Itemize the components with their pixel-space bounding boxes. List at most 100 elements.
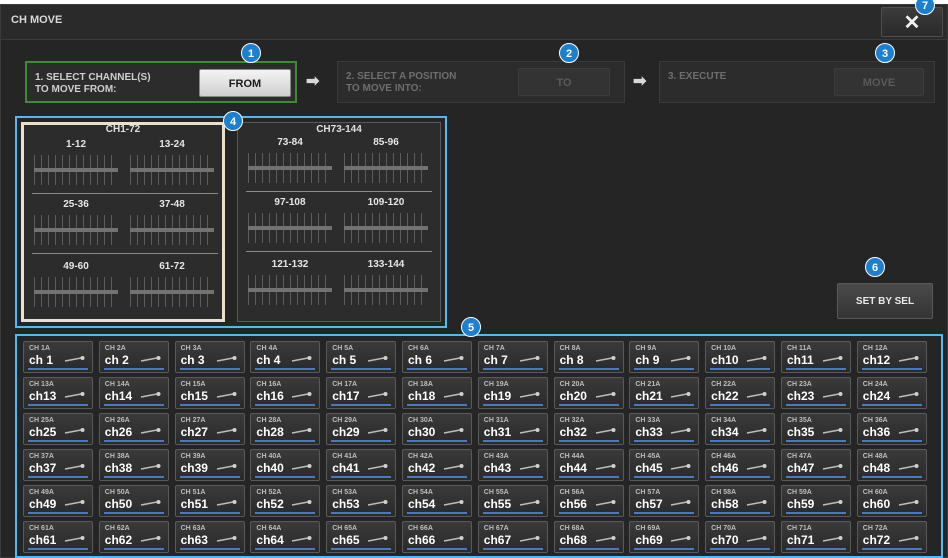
callout-badge-5: 5 [461, 317, 481, 337]
group-1-12[interactable]: 1-12 [28, 137, 124, 195]
channel-button[interactable]: CH 54A ch54 [401, 485, 472, 517]
channel-button[interactable]: CH 50A ch50 [98, 485, 169, 517]
channel-button[interactable]: CH 71A ch71 [780, 521, 851, 553]
channel-button[interactable]: CH 22A ch22 [705, 377, 776, 409]
channel-button[interactable]: CH 66A ch66 [401, 521, 472, 553]
channel-button[interactable]: CH 30A ch30 [401, 413, 472, 445]
channel-button[interactable]: CH 8A ch 8 [553, 341, 624, 373]
channel-button[interactable]: CH 44A ch44 [553, 449, 624, 481]
channel-id: CH 64A [256, 525, 282, 532]
channel-button[interactable]: CH 3A ch 3 [174, 341, 245, 373]
group-25-36[interactable]: 25-36 [28, 197, 124, 255]
channel-button[interactable]: CH 18A ch18 [401, 377, 472, 409]
channel-button[interactable]: CH 10A ch10 [705, 341, 776, 373]
channel-button[interactable]: CH 47A ch47 [780, 449, 851, 481]
group-label: 37-48 [159, 199, 185, 210]
channel-button[interactable]: CH 41A ch41 [326, 449, 397, 481]
group-13-24[interactable]: 13-24 [124, 137, 220, 195]
channel-button[interactable]: CH 39A ch39 [174, 449, 245, 481]
channel-name: ch36 [862, 425, 891, 439]
channel-button[interactable]: CH 16A ch16 [250, 377, 321, 409]
channel-button[interactable]: CH 11A ch11 [780, 341, 851, 373]
channel-button[interactable]: CH 42A ch42 [401, 449, 472, 481]
channel-id: CH 48A [862, 453, 888, 460]
channel-button[interactable]: CH 6A ch 6 [401, 341, 472, 373]
channel-button[interactable]: CH 68A ch68 [553, 521, 624, 553]
channel-button[interactable]: CH 29A ch29 [326, 413, 397, 445]
group-133-144[interactable]: 133-144 [338, 257, 434, 315]
channel-button[interactable]: CH 72A ch72 [856, 521, 927, 553]
channel-button[interactable]: CH 31A ch31 [477, 413, 548, 445]
microphone-icon [216, 536, 237, 542]
channel-button[interactable]: CH 14A ch14 [98, 377, 169, 409]
channel-button[interactable]: CH 36A ch36 [856, 413, 927, 445]
channel-button[interactable]: CH 62A ch62 [98, 521, 169, 553]
channel-button[interactable]: CH 69A ch69 [629, 521, 700, 553]
close-button[interactable]: ✕ [881, 7, 943, 37]
channel-button[interactable]: CH 52A ch52 [250, 485, 321, 517]
callout-badge-2: 2 [559, 43, 579, 63]
channel-button[interactable]: CH 12A ch12 [856, 341, 927, 373]
channel-button[interactable]: CH 5A ch 5 [326, 341, 397, 373]
group-49-60[interactable]: 49-60 [28, 259, 124, 317]
channel-button[interactable]: CH 23A ch23 [780, 377, 851, 409]
from-button[interactable]: FROM [199, 69, 291, 97]
channel-button[interactable]: CH 48A ch48 [856, 449, 927, 481]
bank-ch73-144[interactable]: CH73-144 73-84 85-96 97-108 109-120 121-… [237, 122, 441, 322]
group-97-108[interactable]: 97-108 [242, 195, 338, 253]
channel-button[interactable]: CH 17A ch17 [326, 377, 397, 409]
group-85-96[interactable]: 85-96 [338, 135, 434, 193]
microphone-icon [519, 500, 540, 506]
channel-button[interactable]: CH 21A ch21 [629, 377, 700, 409]
group-61-72[interactable]: 61-72 [124, 259, 220, 317]
channel-button[interactable]: CH 61A ch61 [23, 521, 93, 553]
channel-button[interactable]: CH 53A ch53 [326, 485, 397, 517]
channel-button[interactable]: CH 51A ch51 [174, 485, 245, 517]
channel-button[interactable]: CH 45A ch45 [629, 449, 700, 481]
channel-button[interactable]: CH 35A ch35 [780, 413, 851, 445]
channel-button[interactable]: CH 27A ch27 [174, 413, 245, 445]
channel-button[interactable]: CH 20A ch20 [553, 377, 624, 409]
channel-button[interactable]: CH 7A ch 7 [477, 341, 548, 373]
channel-button[interactable]: CH 19A ch19 [477, 377, 548, 409]
channel-button[interactable]: CH 64A ch64 [250, 521, 321, 553]
channel-button[interactable]: CH 63A ch63 [174, 521, 245, 553]
channel-button[interactable]: CH 67A ch67 [477, 521, 548, 553]
channel-button[interactable]: CH 58A ch58 [705, 485, 776, 517]
channel-button[interactable]: CH 13A ch13 [23, 377, 93, 409]
channel-button[interactable]: CH 65A ch65 [326, 521, 397, 553]
channel-button[interactable]: CH 9A ch 9 [629, 341, 700, 373]
channel-button[interactable]: CH 56A ch56 [553, 485, 624, 517]
channel-button[interactable]: CH 33A ch33 [629, 413, 700, 445]
channel-button[interactable]: CH 1A ch 1 [23, 341, 93, 373]
channel-button[interactable]: CH 2A ch 2 [98, 341, 169, 373]
channel-button[interactable]: CH 25A ch25 [23, 413, 93, 445]
group-109-120[interactable]: 109-120 [338, 195, 434, 253]
channel-button[interactable]: CH 34A ch34 [705, 413, 776, 445]
channel-button[interactable]: CH 57A ch57 [629, 485, 700, 517]
to-button[interactable]: TO [518, 68, 610, 96]
channel-button[interactable]: CH 43A ch43 [477, 449, 548, 481]
channel-button[interactable]: CH 32A ch32 [553, 413, 624, 445]
group-37-48[interactable]: 37-48 [124, 197, 220, 255]
channel-button[interactable]: CH 59A ch59 [780, 485, 851, 517]
channel-button[interactable]: CH 26A ch26 [98, 413, 169, 445]
channel-button[interactable]: CH 37A ch37 [23, 449, 93, 481]
channel-button[interactable]: CH 28A ch28 [250, 413, 321, 445]
channel-button[interactable]: CH 4A ch 4 [250, 341, 321, 373]
channel-button[interactable]: CH 40A ch40 [250, 449, 321, 481]
channel-button[interactable]: CH 38A ch38 [98, 449, 169, 481]
channel-button[interactable]: CH 55A ch55 [477, 485, 548, 517]
move-button[interactable]: MOVE [834, 68, 924, 96]
set-by-sel-button[interactable]: SET BY SEL [837, 283, 933, 319]
channel-button[interactable]: CH 46A ch46 [705, 449, 776, 481]
channel-button[interactable]: CH 70A ch70 [705, 521, 776, 553]
group-121-132[interactable]: 121-132 [242, 257, 338, 315]
channel-button[interactable]: CH 49A ch49 [23, 485, 93, 517]
bank-ch1-72[interactable]: CH1-72 1-12 13-24 25-36 37-48 49-60 61-7… [21, 122, 225, 322]
channel-button[interactable]: CH 60A ch60 [856, 485, 927, 517]
channel-button[interactable]: CH 15A ch15 [174, 377, 245, 409]
group-73-84[interactable]: 73-84 [242, 135, 338, 193]
channel-underline [558, 547, 619, 550]
channel-button[interactable]: CH 24A ch24 [856, 377, 927, 409]
